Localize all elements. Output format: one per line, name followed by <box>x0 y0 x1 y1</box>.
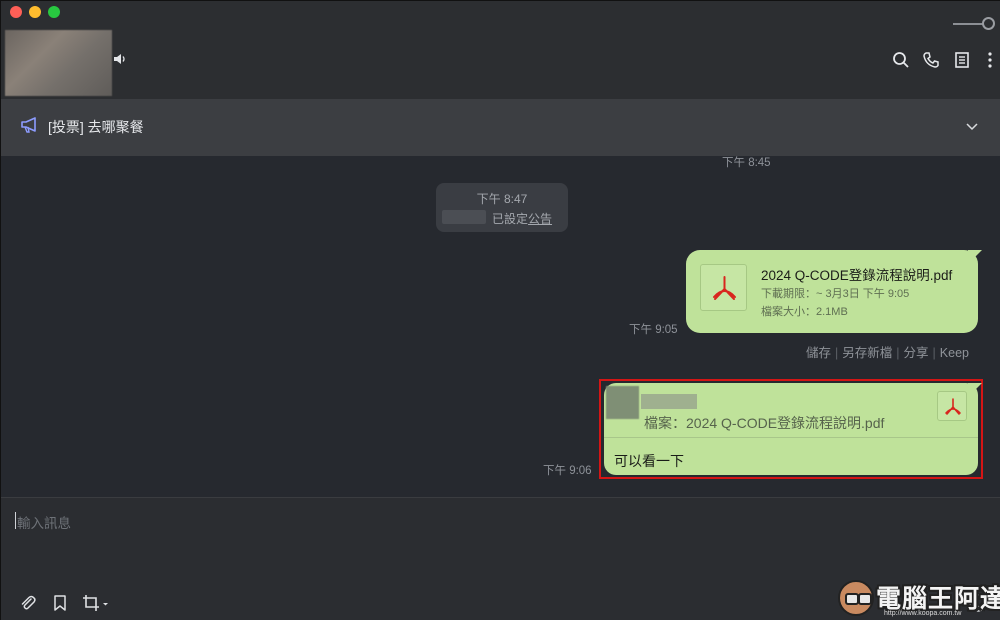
chat-header <box>1 1 1000 99</box>
file-message-bubble[interactable]: 2024 Q-CODE登錄流程說明.pdf 下載期限：~ 3月3日 下午 9:0… <box>686 250 978 333</box>
message-timestamp: 下午 8:45 <box>722 157 771 169</box>
megaphone-icon <box>21 117 36 133</box>
system-notice-text: 已設定公告 <box>492 212 553 226</box>
share-button[interactable]: 分享 <box>904 346 929 360</box>
chevron-down-icon[interactable] <box>965 121 979 131</box>
announcement-text: [投票] 去哪聚餐 <box>48 119 144 135</box>
opacity-slider-knob[interactable] <box>982 17 995 30</box>
crop-screenshot-icon[interactable] <box>82 594 110 612</box>
chat-history[interactable]: 下午 8:45 下午 8:47 已設定公告 下午 9:05 2024 Q-COD… <box>1 156 1000 497</box>
more-icon[interactable] <box>981 51 999 69</box>
file-expiry: 下載期限：~ 3月3日 下午 9:05 <box>761 288 910 300</box>
reply-message-bubble[interactable]: 檔案：2024 Q-CODE登錄流程說明.pdf 可以看一下 <box>604 383 978 475</box>
divider: | <box>896 346 900 360</box>
system-notice: 下午 8:47 已設定公告 <box>436 183 568 232</box>
system-notice-time: 下午 8:47 <box>476 192 528 206</box>
quote-divider <box>604 437 978 438</box>
save-as-button[interactable]: 另存新檔 <box>842 346 892 360</box>
announcement-bar[interactable]: [投票] 去哪聚餐 <box>1 99 1000 156</box>
reply-text: 可以看一下 <box>614 453 684 469</box>
opacity-slider-track[interactable] <box>953 23 985 25</box>
close-window-button[interactable] <box>10 6 22 18</box>
line-chat-window: [投票] 去哪聚餐 下午 8:45 下午 8:47 已設定公告 下午 9:05 … <box>0 0 1000 620</box>
save-button[interactable]: 儲存 <box>806 346 831 360</box>
file-actions: 儲存 | 另存新檔 | 分享 | Keep <box>806 342 969 361</box>
notes-icon[interactable] <box>953 51 971 69</box>
speaker-icon[interactable] <box>113 52 127 66</box>
announcement-link[interactable]: 公告 <box>528 212 552 226</box>
watermark-logo: 電腦王阿達 http://www.koopa.com.tw <box>834 576 1000 620</box>
quoted-file-reference[interactable]: 檔案：2024 Q-CODE登錄流程說明.pdf <box>644 413 884 433</box>
message-input[interactable]: 輸入訊息 <box>17 512 71 532</box>
keep-button[interactable]: Keep <box>940 346 969 360</box>
divider: | <box>932 346 936 360</box>
attachment-icon[interactable] <box>19 594 37 612</box>
minimize-window-button[interactable] <box>29 6 41 18</box>
pdf-file-icon <box>700 264 747 311</box>
file-size: 檔案大小：2.1MB <box>761 306 848 318</box>
reply-message-time: 下午 9:06 <box>543 465 592 477</box>
file-message-time: 下午 9:05 <box>629 324 678 336</box>
bookmark-icon[interactable] <box>51 594 69 612</box>
text-caret <box>15 512 16 529</box>
zoom-window-button[interactable] <box>48 6 60 18</box>
search-icon[interactable] <box>892 51 910 69</box>
quoted-avatar <box>606 386 639 419</box>
chat-avatar[interactable] <box>5 30 112 96</box>
blurred-sender-name <box>641 394 697 409</box>
mascot-icon <box>838 580 874 616</box>
watermark-url: http://www.koopa.com.tw <box>884 610 962 617</box>
blurred-username <box>442 210 486 224</box>
pdf-file-icon <box>937 391 967 421</box>
phone-icon[interactable] <box>922 51 940 69</box>
divider: | <box>835 346 839 360</box>
file-name: 2024 Q-CODE登錄流程說明.pdf <box>761 268 953 283</box>
